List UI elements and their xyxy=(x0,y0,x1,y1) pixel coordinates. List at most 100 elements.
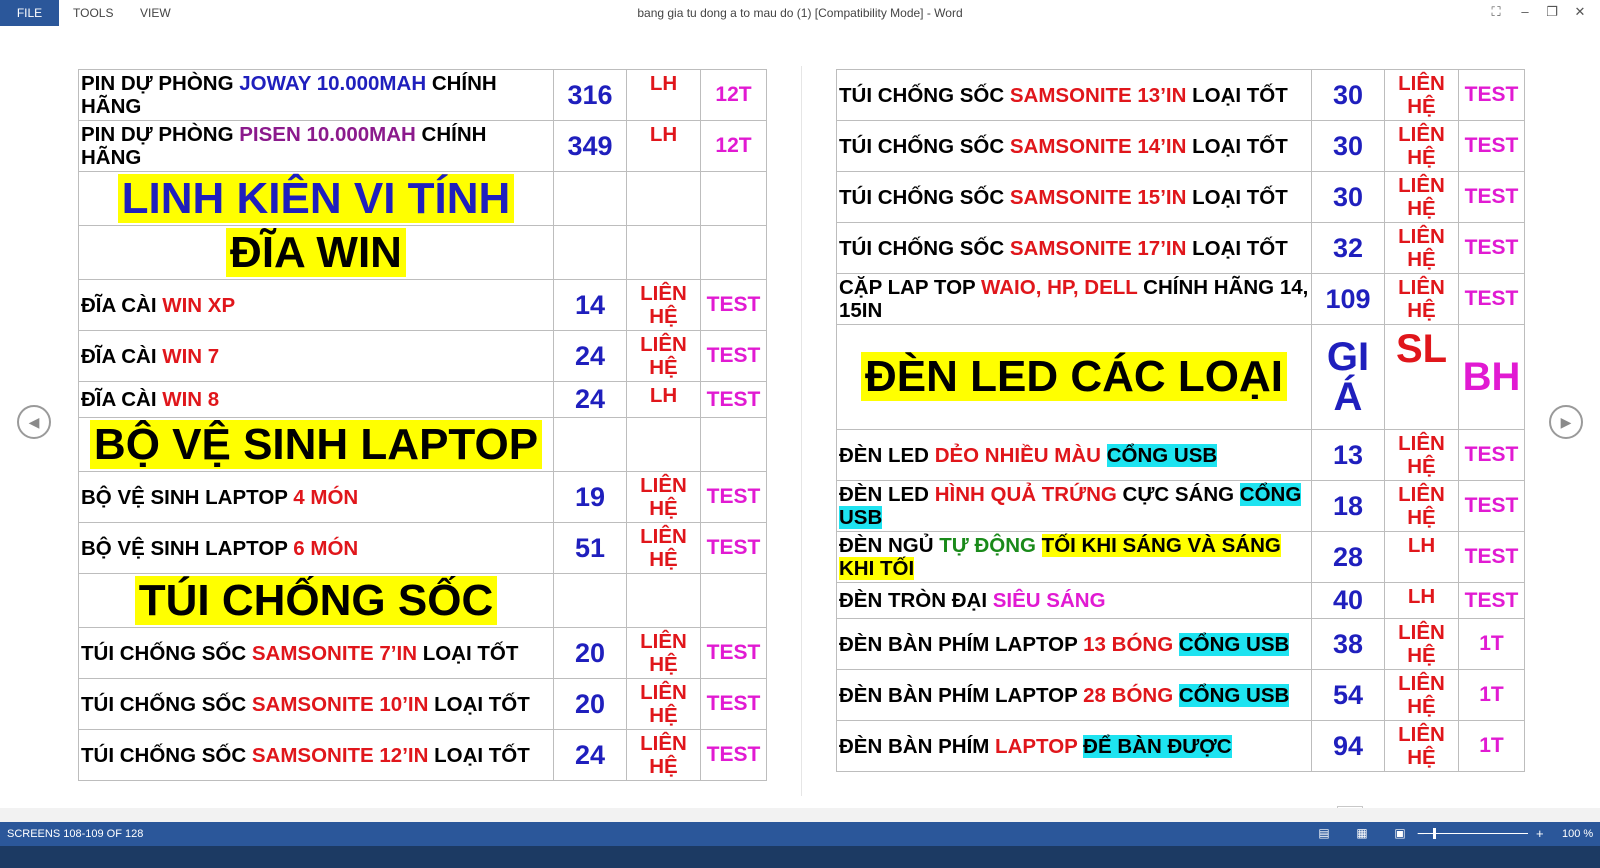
item-description-part: ĐỂ BÀN ĐƯỢC xyxy=(1083,734,1232,758)
item-description-part: TÚI CHỐNG SỐC xyxy=(839,83,1010,107)
section-title: ĐĨA WIN xyxy=(226,227,406,277)
item-description-part: BỘ VỆ SINH LAPTOP xyxy=(81,536,294,560)
table-row: ĐĨA CÀI WIN XP 14 LIÊN HỆ TEST xyxy=(78,279,767,331)
item-price: 28 xyxy=(1311,531,1385,583)
item-description-part xyxy=(1036,534,1042,557)
item-price: 20 xyxy=(553,678,627,730)
table-row: TÚI CHỐNG SỐC SAMSONITE 10’IN LOẠI TỐT 20… xyxy=(78,678,767,730)
item-quantity: LIÊN HỆ xyxy=(626,678,701,730)
next-screen-arrow-icon[interactable]: ▶ xyxy=(1549,405,1583,439)
item-description-part: JOWAY 10.000MAH xyxy=(239,72,427,95)
item-warranty: TEST xyxy=(1458,531,1525,583)
item-warranty: TEST xyxy=(1458,222,1525,274)
right-price-table: TÚI CHỐNG SỐC SAMSONITE 13’IN LOẠI TỐT 30… xyxy=(836,69,1525,772)
item-description-part: SAMSONITE 17’IN xyxy=(1009,236,1187,260)
item-warranty: 1T xyxy=(1458,669,1525,721)
section-heading: BỘ VỆ SINH LAPTOP xyxy=(78,417,554,472)
table-row: ĐÈN LED DẺO NHIỀU MÀU CỔNG USB 13 LIÊN HỆ T… xyxy=(836,429,1525,481)
empty-cell xyxy=(553,225,627,280)
item-description-part: SAMSONITE 7’IN xyxy=(251,641,418,665)
item-warranty: 12T xyxy=(700,120,767,172)
item-description-part: CỔNG USB xyxy=(1106,443,1218,467)
section-title: BỘ VỆ SINH LAPTOP xyxy=(89,419,543,469)
empty-cell xyxy=(700,171,767,226)
tools-tab[interactable]: TOOLS xyxy=(73,0,113,26)
section-title: TÚI CHỐNG SỐC xyxy=(134,575,498,625)
item-price: 30 xyxy=(1311,171,1385,223)
item-warranty: TEST xyxy=(1458,120,1525,172)
item-description-part: TÚI CHỐNG SỐC xyxy=(839,185,1010,209)
table-row: PIN DỰ PHÒNG JOWAY 10.000MAH CHÍNH HÃNG 3… xyxy=(78,69,767,121)
item-quantity: LIÊN HỆ xyxy=(626,729,701,781)
table-row: TÚI CHỐNG SỐC SAMSONITE 7’IN LOẠI TỐT 20 L… xyxy=(78,627,767,679)
item-warranty: TEST xyxy=(1458,69,1525,121)
item-description-part: 4 MÓN xyxy=(293,485,359,509)
item-description-part: CẶP LAP TOP xyxy=(839,276,982,299)
table-row: TÚI CHỐNG SỐC SAMSONITE 17’IN LOẠI TỐT 32… xyxy=(836,222,1525,274)
view-tab[interactable]: VIEW xyxy=(140,0,171,26)
previous-screen-arrow-icon[interactable]: ◀ xyxy=(17,405,51,439)
item-description-part xyxy=(1173,633,1179,656)
close-icon[interactable]: ✕ xyxy=(1567,0,1593,26)
zoom-level[interactable]: 100 % xyxy=(1562,822,1593,846)
file-tab[interactable]: FILE xyxy=(0,0,59,26)
table-row: PIN DỰ PHÒNG PISEN 10.000MAH CHÍNH HÃNG 3… xyxy=(78,120,767,172)
section-title: ĐÈN LED CÁC LOẠI xyxy=(861,352,1287,401)
item-warranty: TEST xyxy=(700,627,767,679)
table-row: ĐÈN LED HÌNH QUẢ TRỨNG CỰC SÁNG CỔNG USB… xyxy=(836,480,1525,532)
item-description-part: TÚI CHỐNG SỐC xyxy=(839,134,1010,158)
item-price: 14 xyxy=(553,279,627,331)
item-description-part: LOẠI TỐT xyxy=(1186,185,1288,209)
item-description-part: TÚI CHỐNG SỐC xyxy=(81,641,252,665)
full-screen-icon[interactable]: ⛶ xyxy=(1483,0,1509,26)
empty-cell xyxy=(700,573,767,628)
item-warranty: TEST xyxy=(1458,171,1525,223)
item-description-part: SAMSONITE 15’IN xyxy=(1009,185,1187,209)
item-quantity: LIÊN HỆ xyxy=(626,522,701,574)
table-row: ĐÈN BÀN PHÍM LAPTOP ĐỂ BÀN ĐƯỢC 94 LIÊN HỆ… xyxy=(836,720,1525,772)
item-description: ĐÈN NGỦ TỰ ĐỘNG TỐI KHI SÁNG VÀ SÁNG KHI… xyxy=(836,531,1312,583)
left-price-table: PIN DỰ PHÒNG JOWAY 10.000MAH CHÍNH HÃNG 3… xyxy=(78,69,767,781)
empty-cell xyxy=(626,417,701,472)
item-warranty: TEST xyxy=(1458,480,1525,532)
item-description: TÚI CHỐNG SỐC SAMSONITE 7’IN LOẠI TỐT xyxy=(78,627,554,679)
item-description-part: PIN DỰ PHÒNG xyxy=(81,123,240,146)
item-warranty: TEST xyxy=(700,522,767,574)
item-description: PIN DỰ PHÒNG JOWAY 10.000MAH CHÍNH HÃNG xyxy=(78,69,554,121)
item-warranty: TEST xyxy=(700,330,767,382)
item-description-part: ĐÈN LED xyxy=(839,443,935,467)
item-price: 109 xyxy=(1311,273,1385,325)
item-warranty: TEST xyxy=(1458,273,1525,325)
item-price: 24 xyxy=(553,330,627,382)
minimize-icon[interactable]: – xyxy=(1512,0,1538,26)
item-price: 316 xyxy=(553,69,627,121)
status-bar: SCREENS 108-109 OF 128 ▤ ▦ ▣ − + 100 % xyxy=(0,822,1600,846)
table-row: TÚI CHỐNG SỐC SAMSONITE 14’IN LOẠI TỐT 30… xyxy=(836,120,1525,172)
restore-icon[interactable]: ❐ xyxy=(1539,0,1565,26)
zoom-slider-thumb[interactable] xyxy=(1433,828,1436,839)
item-quantity: LIÊN HỆ xyxy=(1384,222,1459,274)
item-warranty: TEST xyxy=(1458,429,1525,481)
item-quantity: LIÊN HỆ xyxy=(1384,618,1459,670)
item-warranty: 1T xyxy=(1458,618,1525,670)
read-mode-icon[interactable]: ▤ xyxy=(1316,826,1332,840)
item-warranty: TEST xyxy=(700,381,767,418)
item-description-part: TÚI CHỐNG SỐC xyxy=(81,692,252,716)
price-column-header: GIÁ xyxy=(1311,324,1385,430)
table-row: CẶP LAP TOP WAIO, HP, DELL CHÍNH HÃNG 14… xyxy=(836,273,1525,325)
item-quantity: LIÊN HỆ xyxy=(626,330,701,382)
zoom-in-button[interactable]: + xyxy=(1536,822,1544,846)
print-layout-icon[interactable]: ▦ xyxy=(1354,826,1370,840)
status-bar-gap xyxy=(0,808,1600,822)
zoom-out-button[interactable]: − xyxy=(1417,822,1425,846)
item-warranty: TEST xyxy=(700,678,767,730)
item-description-part: ĐÈN BÀN PHÍM xyxy=(839,734,996,758)
item-description-part: ĐĨA CÀI xyxy=(81,293,163,317)
table-row: ĐÈN TRÒN ĐẠI SIÊU SÁNG 40 LH TEST xyxy=(836,582,1525,619)
web-layout-icon[interactable]: ▣ xyxy=(1392,826,1408,840)
item-description-part: BỘ VỆ SINH LAPTOP xyxy=(81,485,294,509)
empty-cell xyxy=(553,171,627,226)
empty-cell xyxy=(553,417,627,472)
item-description-part: 13 BÓNG xyxy=(1083,632,1174,656)
item-quantity: LIÊN HỆ xyxy=(1384,429,1459,481)
